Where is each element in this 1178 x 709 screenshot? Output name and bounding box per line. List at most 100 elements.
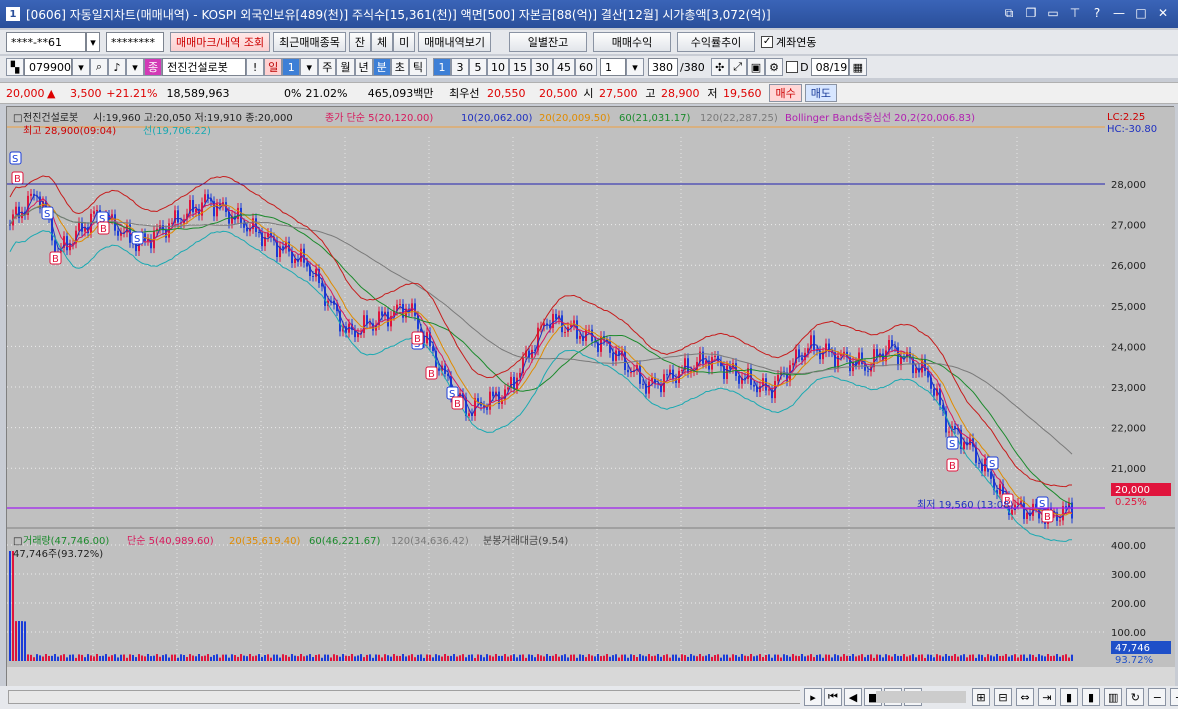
d-checkbox[interactable] [786,61,799,73]
code-input[interactable]: 079900 [24,58,72,76]
chart-area[interactable]: SSSSSSSSSBBBBBBBBB 28,00027,00026,00025,… [6,106,1175,687]
volume-bar [396,655,398,661]
settings-icon[interactable]: ⚙ [765,58,784,76]
account-dropdown-icon[interactable]: ▾ [86,32,100,52]
volume-bar [441,656,443,661]
unit-minute[interactable]: 분 [372,58,391,76]
bar-count-input[interactable]: 380 [648,58,678,76]
mark-search-button[interactable]: 매매마크/내역 조회 [170,32,271,52]
unit-month[interactable]: 월 [336,58,355,76]
amount-value: 465,093백만 [367,87,434,100]
period-dropdown-icon[interactable]: ▾ [300,58,319,76]
history-button[interactable]: 매매내역보기 [418,32,492,52]
volume-bar [936,654,938,661]
candle-body [1059,520,1061,522]
password-field[interactable]: ******** [106,32,164,52]
volume-bar [642,655,644,661]
trend-icon[interactable]: ⤢ [728,58,747,76]
interval-input[interactable]: 1 [600,58,626,76]
daily-balance-button[interactable]: 일별잔고 [509,32,588,52]
volume-bar [534,657,536,661]
zoom-fit-icon[interactable]: ⊞ [972,688,990,706]
scrollbar-thumb[interactable] [9,691,801,703]
chart-type-icon[interactable]: ▚ [6,58,24,76]
save-icon[interactable]: ▣ [746,58,766,76]
interval-30[interactable]: 30 [531,58,553,76]
sell-button[interactable]: 매도 [804,84,837,102]
volume-bar [525,657,527,661]
chart-icon[interactable]: ▥ [1104,688,1123,706]
layout-icon[interactable]: ▭ [1046,6,1060,20]
buy-mark-label: B [949,461,956,472]
volume-bar [429,654,431,661]
plus-icon[interactable]: + [1170,688,1178,706]
calendar-icon[interactable]: ▦ [848,58,867,76]
volume-bar [249,654,251,661]
unit-year[interactable]: 년 [354,58,373,76]
account-link-checkbox[interactable]: ✓ 계좌연동 [761,34,817,50]
volume-bar [312,657,314,661]
interval-5[interactable]: 5 [469,58,487,76]
chart-svg[interactable]: SSSSSSSSSBBBBBBBBB 28,00027,00026,00025,… [7,107,1175,687]
interval-10[interactable]: 10 [487,58,509,76]
tab-unfilled[interactable]: 미 [393,32,416,52]
alert-icon[interactable]: ! [246,58,265,76]
unit-week[interactable]: 주 [318,58,337,76]
minimize-icon[interactable]: — [1112,6,1126,20]
close-icon[interactable]: ✕ [1156,6,1170,20]
interval-15[interactable]: 15 [509,58,531,76]
scroll-icon[interactable]: ⇔ [1016,688,1034,706]
minus-icon[interactable]: − [1148,688,1167,706]
help-icon[interactable]: ? [1090,6,1104,20]
bars-icon[interactable]: ▮ [1060,688,1078,706]
tab-balance[interactable]: 잔 [348,32,372,52]
unit-second[interactable]: 초 [390,58,409,76]
copy-icon[interactable]: ❐ [1024,6,1038,20]
account-field[interactable]: ****-**61 [6,32,86,52]
volume-bar [282,654,284,661]
search-icon[interactable]: ⌕ [90,58,108,76]
date-input[interactable]: 08/19 [810,58,849,76]
volume-bar [474,657,476,661]
period-day[interactable]: 일 [264,58,283,76]
link-icon[interactable]: ⧉ [1002,6,1016,20]
sound-icon[interactable]: ♪ [108,58,126,76]
profit-rate-button[interactable]: 수익률추이 [677,32,756,52]
crosshair-icon[interactable]: ✣ [710,58,729,76]
unit-tick[interactable]: 틱 [408,58,427,76]
first-icon[interactable]: ⏮ [824,688,842,706]
pin-icon[interactable]: ⊤ [1068,6,1082,20]
scrollbar-track[interactable] [8,690,801,704]
period-count[interactable]: 1 [282,58,301,76]
interval-dropdown-icon[interactable]: ▾ [626,58,644,76]
interval-3[interactable]: 3 [451,58,469,76]
favorite-dropdown-icon[interactable]: ▾ [126,58,144,76]
volume-bar [837,655,839,661]
volume-bar [573,654,575,661]
speed-slider[interactable] [876,691,966,703]
volume-bar [582,654,584,661]
interval-60[interactable]: 60 [575,58,597,76]
trade-profit-button[interactable]: 매매수익 [593,32,672,52]
prev-icon[interactable]: ◀ [844,688,862,706]
title-bar: 1 [0606] 자동일지차트(매매내역) - KOSPI 외국인보유[489(… [0,0,1178,28]
reset-icon[interactable]: ↻ [1126,688,1145,706]
check-icon[interactable]: ✓ [761,36,774,48]
maximize-icon[interactable]: □ [1134,6,1148,20]
volume-bar [81,654,83,661]
buy-button[interactable]: 매수 [769,84,802,102]
recent-trades-button[interactable]: 최근매매종목 [273,32,346,52]
interval-45[interactable]: 45 [553,58,575,76]
code-dropdown-icon[interactable]: ▾ [72,58,90,76]
split-icon[interactable]: ⇥ [1038,688,1056,706]
scroll-right-icon[interactable]: ▸ [804,688,822,706]
bar-icon[interactable]: ▮ [1082,688,1100,706]
volume-bar [102,655,104,661]
buy-mark-label: B [52,254,59,265]
volume-bar [603,655,605,661]
zoom-out-icon[interactable]: ⊟ [994,688,1012,706]
volume-bar [864,657,866,661]
interval-1[interactable]: 1 [433,58,451,76]
volume-bar [1023,654,1025,661]
tab-filled[interactable]: 체 [371,32,394,52]
